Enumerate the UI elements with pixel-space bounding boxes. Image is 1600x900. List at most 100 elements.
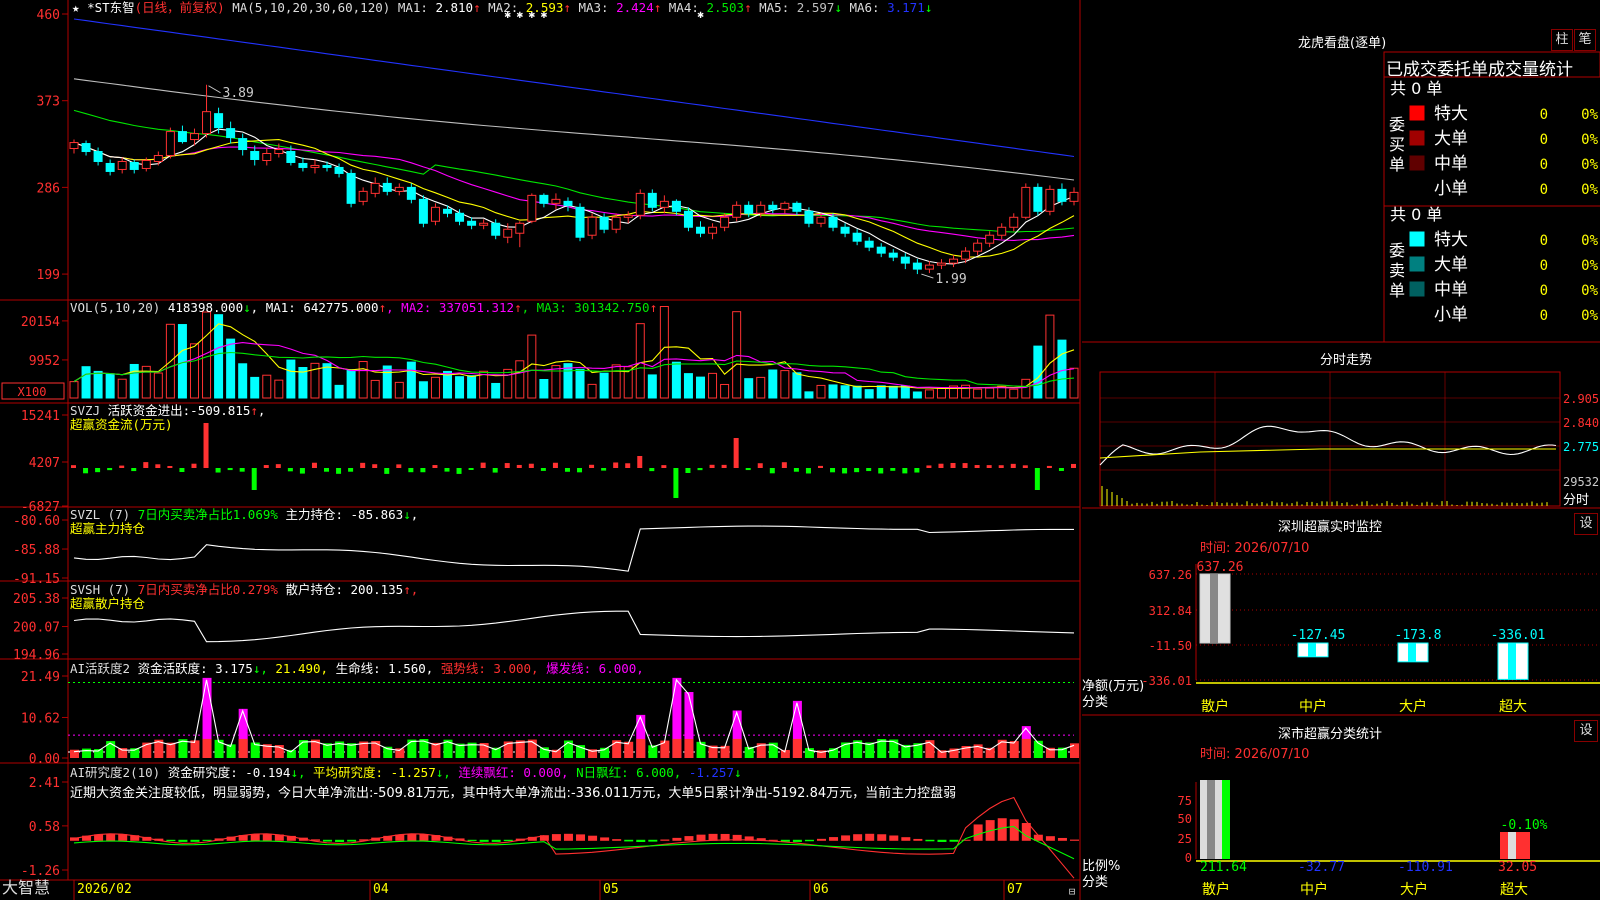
svzl-label: SVZL (7) xyxy=(70,507,138,522)
research-bar xyxy=(877,834,887,841)
tick-mode-button[interactable]: 笔 xyxy=(1574,29,1596,51)
air-label: AI研究度2(10) xyxy=(70,765,168,780)
air-value1: -0.194 xyxy=(245,765,291,780)
vol-bar xyxy=(611,364,621,399)
monitor-bar-shade xyxy=(1508,643,1516,680)
candle-body xyxy=(876,246,886,254)
lhb-buy-row-name: 大单 xyxy=(1434,129,1468,149)
vol-bar xyxy=(153,372,163,399)
flow-bar xyxy=(239,468,245,472)
research-bar xyxy=(865,833,875,841)
candle-body xyxy=(599,216,609,230)
kline-y-label: 460 xyxy=(37,8,60,23)
flow-bar xyxy=(661,465,667,468)
candle-body xyxy=(418,198,428,224)
candle-body xyxy=(503,228,513,238)
svsh-y-label: 194.96 xyxy=(13,648,60,663)
candle-body xyxy=(696,226,706,234)
vol-bar xyxy=(69,381,79,399)
vol-bar xyxy=(527,334,537,399)
candle-body xyxy=(81,143,91,153)
candle-body xyxy=(165,131,175,157)
bar-mode-button[interactable]: 柱 xyxy=(1551,29,1573,51)
candle-body xyxy=(912,262,922,270)
vol-bar xyxy=(1069,367,1079,399)
lhb-sell-swatch xyxy=(1409,256,1425,272)
research-bar xyxy=(816,838,826,841)
research-bar xyxy=(925,839,935,842)
svzj-comma: , xyxy=(257,403,266,418)
candle-body xyxy=(623,214,633,218)
candle-body xyxy=(671,200,681,212)
lhb-sell-row-name: 中单 xyxy=(1434,280,1468,300)
ai2-key4: 强势线: xyxy=(440,661,494,676)
lhb-buy-row-value: 0 xyxy=(1540,157,1548,173)
candle-body xyxy=(1057,188,1067,202)
research-bar xyxy=(1070,839,1079,841)
monitor-settings-button[interactable]: 设 xyxy=(1574,513,1598,535)
vol-bar xyxy=(503,368,513,399)
lhb-sell-side-char: 卖 xyxy=(1389,261,1405,280)
lhb-tab[interactable]: 已成交委托单成交量统计 xyxy=(1386,55,1600,80)
flow-bar xyxy=(143,462,149,468)
candle-body xyxy=(683,210,693,228)
vol-bar xyxy=(780,370,790,399)
ma2-line xyxy=(73,139,1075,258)
stats-cat-label: 中户 xyxy=(1300,881,1328,898)
ai2-header: AI活跃度2 资金活跃度: 3.175↓, 21.490, 生命线: 1.560… xyxy=(70,662,644,676)
vol-ma3-line xyxy=(73,351,1075,387)
monitor-cat-label: 大户 xyxy=(1399,698,1427,715)
x-axis-label: 06 xyxy=(813,882,829,897)
vol-bar xyxy=(888,385,898,399)
ai-research-header: AI研究度2(10) 资金研究度: -0.194↓, 平均研究度: -1.257… xyxy=(70,766,742,780)
ai2-y-label: 0.00 xyxy=(29,752,60,767)
vol-bar xyxy=(117,378,127,399)
research-bar xyxy=(973,824,983,841)
ma4-line xyxy=(73,109,1075,233)
activity-bar xyxy=(407,739,417,758)
flow-bar xyxy=(179,468,185,472)
star-icon[interactable]: ★ xyxy=(72,0,80,15)
ai2-value2: 21.490, xyxy=(275,661,336,676)
ma-value: 2.503 xyxy=(706,0,745,15)
flow-bar xyxy=(601,468,607,471)
monitor-bar-shade xyxy=(1308,643,1316,657)
vol-bar xyxy=(81,366,91,399)
flow-bar xyxy=(107,468,113,471)
stats-y-label: 25 xyxy=(1178,832,1192,846)
flow-bar xyxy=(444,468,450,472)
candle-body xyxy=(888,252,898,258)
stock-name: *ST东智 xyxy=(87,0,135,15)
research-bar xyxy=(563,833,573,841)
lhb-buy-side-char: 买 xyxy=(1389,135,1405,154)
lhb-buy-row-name: 特大 xyxy=(1434,104,1468,124)
vol-bar xyxy=(274,379,284,399)
flow-bar xyxy=(155,464,161,468)
candle-body xyxy=(611,216,621,230)
flow-bar xyxy=(492,468,498,473)
vol-bar xyxy=(756,376,766,399)
candle-body xyxy=(816,216,826,224)
monitor-unit: 净额(万元) xyxy=(1082,679,1144,694)
candle-body xyxy=(949,258,959,264)
air-arrow1: ↓, xyxy=(290,765,314,780)
vol-bar xyxy=(370,379,380,399)
vol-y-label: 20154 xyxy=(21,315,60,330)
candle-body xyxy=(635,192,645,216)
vol-bar xyxy=(973,388,983,399)
stats-settings-button[interactable]: 设 xyxy=(1574,720,1598,742)
lhb-buy-row-pct: 0% xyxy=(1581,132,1598,148)
flow-bar xyxy=(673,468,679,498)
vol-bar xyxy=(575,368,585,399)
svsh-value: 200.135 xyxy=(350,582,404,597)
flow-bar xyxy=(962,463,968,468)
ma-key: MA3: xyxy=(570,0,617,15)
candle-body xyxy=(708,226,718,234)
research-bar xyxy=(997,818,1007,841)
lhb-buy-row-pct: 0% xyxy=(1581,182,1598,198)
stats-annotation: -0.10% xyxy=(1501,818,1548,833)
candle-body xyxy=(334,166,344,174)
monitor-bar-value: -336.01 xyxy=(1491,628,1546,643)
candle-body xyxy=(1009,216,1019,228)
vol-bar xyxy=(1057,339,1067,399)
